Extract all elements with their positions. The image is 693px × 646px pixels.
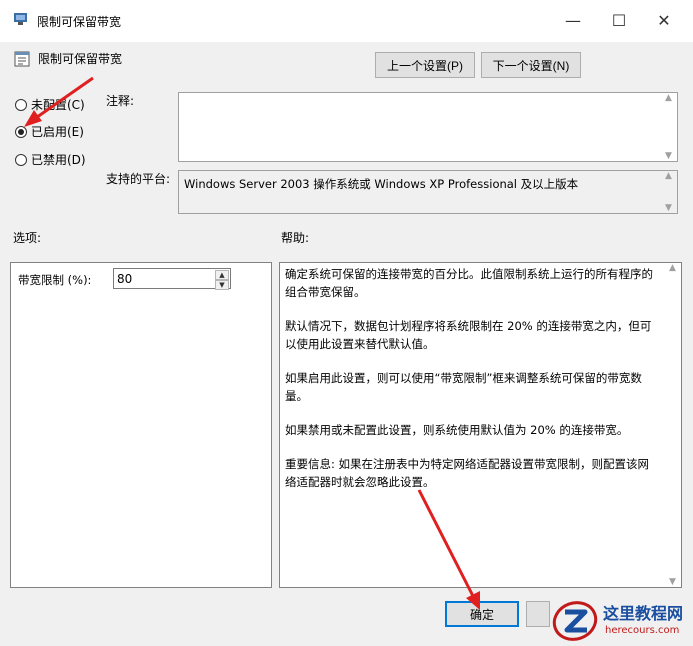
policy-title: 限制可保留带宽: [38, 52, 123, 66]
platform-textbox[interactable]: Windows Server 2003 操作系统或 Windows XP Pro…: [178, 170, 678, 214]
spin-up-icon[interactable]: ▲: [215, 270, 229, 280]
radio-enabled[interactable]: 已启用(E): [15, 123, 84, 140]
platform-value: Windows Server 2003 操作系统或 Windows XP Pro…: [184, 177, 579, 191]
options-panel: 带宽限制 (%): 80 ▲ ▼: [10, 262, 272, 588]
comment-value: [179, 93, 677, 99]
scroll-down-icon[interactable]: ▼: [665, 203, 672, 213]
scroll-up-icon[interactable]: ▲: [665, 171, 672, 181]
radio-circle[interactable]: [15, 98, 27, 111]
ok-button[interactable]: 确定: [445, 601, 519, 627]
next-setting-button[interactable]: 下一个设置(N): [481, 52, 581, 78]
comment-scrollbar[interactable]: ▲ ▼: [660, 93, 677, 161]
help-scrollbar[interactable]: ▲ ▼: [664, 263, 681, 587]
bandwidth-limit-label: 带宽限制 (%):: [18, 273, 92, 287]
radio-circle-checked[interactable]: [15, 125, 27, 138]
bandwidth-limit-value: 80: [117, 272, 133, 286]
spin-down-icon[interactable]: ▼: [215, 280, 229, 290]
scroll-up-icon[interactable]: ▲: [669, 263, 676, 273]
help-label: 帮助:: [281, 231, 310, 245]
radio-disabled[interactable]: 已禁用(D): [15, 151, 86, 168]
comment-label: 注释:: [106, 94, 135, 108]
bandwidth-limit-spinner[interactable]: 80 ▲ ▼: [113, 268, 231, 290]
help-paragraph: 默认情况下，数据包计划程序将系统限制在 20% 的连接带宽之内，但可以使用此设置…: [285, 319, 652, 351]
radio-label: 已启用(E): [31, 125, 84, 139]
help-paragraph: 如果启用此设置，则可以使用“带宽限制”框来调整系统可保留的带宽数量。: [285, 371, 642, 403]
scroll-down-icon[interactable]: ▼: [665, 151, 672, 161]
previous-setting-button[interactable]: 上一个设置(P): [375, 52, 475, 78]
scroll-up-icon[interactable]: ▲: [665, 93, 672, 103]
help-text: 确定系统可保留的连接带宽的百分比。此值限制系统上运行的所有程序的组合带宽保留。 …: [280, 263, 681, 491]
policy-window-icon: [14, 13, 27, 25]
radio-label: 未配置(C): [31, 98, 85, 112]
comment-textarea[interactable]: ▲ ▼: [178, 92, 678, 162]
help-paragraph: 确定系统可保留的连接带宽的百分比。此值限制系统上运行的所有程序的组合带宽保留。: [285, 267, 653, 299]
options-label: 选项:: [13, 231, 42, 245]
minimize-button[interactable]: —: [562, 10, 584, 32]
help-panel: 确定系统可保留的连接带宽的百分比。此值限制系统上运行的所有程序的组合带宽保留。 …: [279, 262, 682, 588]
watermark-domain: herecours.com: [605, 625, 680, 636]
policy-setting-icon: [14, 51, 30, 67]
close-button[interactable]: ✕: [653, 10, 675, 32]
platform-scrollbar[interactable]: ▲ ▼: [660, 171, 677, 213]
window-title: 限制可保留带宽: [37, 15, 122, 29]
title-bar: 限制可保留带宽 — ☐ ✕: [0, 0, 693, 42]
help-paragraph: 如果禁用或未配置此设置，则系统使用默认值为 20% 的连接带宽。: [285, 423, 629, 437]
radio-label: 已禁用(D): [31, 153, 86, 167]
scroll-down-icon[interactable]: ▼: [669, 577, 676, 587]
help-paragraph: 重要信息: 如果在注册表中为特定网络适配器设置带宽限制，则配置该网络适配器时就会…: [285, 457, 650, 489]
watermark-name: 这里教程网: [603, 604, 684, 623]
radio-circle[interactable]: [15, 153, 27, 166]
radio-not-configured[interactable]: 未配置(C): [15, 96, 85, 113]
watermark: 这里教程网 herecours.com: [547, 596, 693, 646]
maximize-button[interactable]: ☐: [608, 10, 630, 32]
watermark-logo-icon: [552, 601, 598, 641]
platform-label: 支持的平台:: [106, 172, 171, 186]
